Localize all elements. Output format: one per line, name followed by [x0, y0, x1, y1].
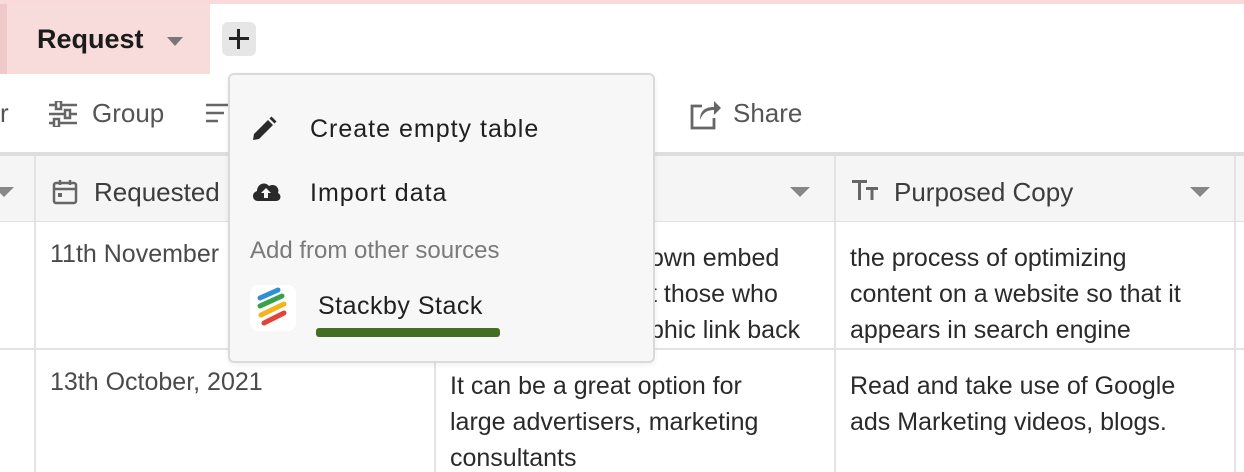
cloud-upload-icon [252, 183, 281, 201]
chevron-down-icon[interactable] [790, 187, 810, 197]
table-tab-bar: Request [0, 0, 1244, 78]
menu-item-label: Stackby Stack [318, 292, 483, 320]
cell-requested[interactable]: 13th October, 2021 [50, 364, 420, 404]
share-button[interactable]: Share [733, 98, 802, 129]
pencil-icon [253, 116, 277, 140]
calendar-icon [52, 180, 78, 205]
cell-middle[interactable]: It can be a great option for large adver… [450, 368, 830, 472]
tab-label: Request [37, 24, 144, 54]
menu-item-import-data[interactable]: Import data [230, 165, 653, 221]
cell-line: ads Marketing videos, blogs. [850, 408, 1167, 436]
cell-line: consultants [450, 444, 577, 472]
chevron-down-icon[interactable] [167, 37, 183, 46]
menu-section-label: Add from other sources [250, 237, 500, 264]
sliders-icon [49, 101, 77, 127]
cell-line: Read and take use of Google [850, 372, 1176, 400]
column-divider [34, 156, 36, 472]
cell-purposed-copy[interactable]: Read and take use of Google ads Marketin… [850, 368, 1230, 472]
filter-lines-icon[interactable] [206, 101, 230, 125]
cell-line: It can be a great option for [450, 372, 742, 400]
column-header-clipped[interactable] [1236, 156, 1244, 222]
highlight-underline [316, 328, 500, 337]
chevron-down-icon[interactable] [1190, 187, 1210, 197]
menu-item-label: Import data [310, 179, 448, 207]
column-divider [1234, 156, 1236, 472]
add-table-button[interactable] [222, 22, 256, 56]
text-type-icon [852, 180, 878, 200]
cell-line: the process of optimizing [850, 244, 1127, 272]
menu-item-label: Create empty table [310, 115, 540, 143]
cell-line: content on a website so that it [850, 280, 1181, 308]
share-icon [690, 101, 721, 130]
column-divider [834, 156, 836, 472]
chevron-down-icon[interactable] [0, 187, 14, 197]
column-header-clipped[interactable] [0, 156, 35, 222]
column-header-label: Purposed Copy [894, 177, 1074, 207]
tab-request[interactable]: Request [0, 4, 210, 74]
cell-line: appears in search engine [850, 316, 1131, 344]
cell-purposed-copy[interactable]: the process of optimizing content on a w… [850, 240, 1230, 350]
group-button[interactable]: Group [92, 98, 164, 129]
cell-line: large advertisers, marketing [450, 408, 759, 436]
column-header-label: Requested [94, 177, 220, 207]
column-header-purposed-copy[interactable]: Purposed Copy [836, 156, 1234, 222]
add-table-menu: Create empty table Import data Add from … [228, 73, 655, 363]
menu-item-create-empty-table[interactable]: Create empty table [230, 101, 653, 157]
toolbar-item-clipped[interactable]: r [0, 98, 9, 129]
